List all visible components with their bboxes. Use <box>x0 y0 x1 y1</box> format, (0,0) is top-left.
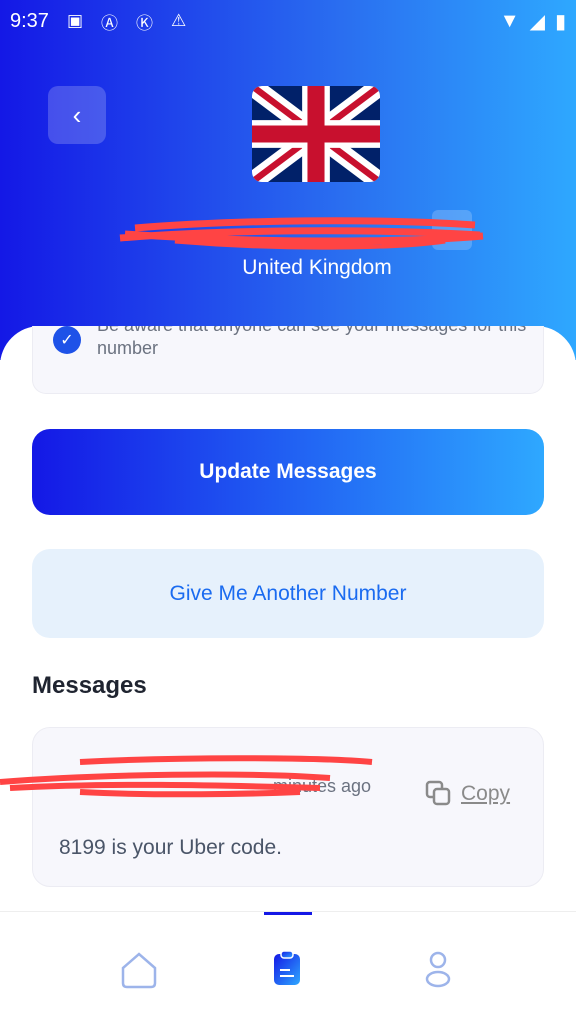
battery-charging-icon: ▮ <box>554 10 566 33</box>
another-number-button[interactable]: Give Me Another Number <box>32 549 544 638</box>
messages-title: Messages <box>32 672 147 699</box>
notice-text: Be aware that anyone can see your messag… <box>97 326 526 358</box>
k-circle-icon: Ⓚ <box>136 13 153 33</box>
redacted-phone-number <box>119 217 484 250</box>
text-a-icon: Ⓐ <box>101 13 118 33</box>
message-card: minutes ago Copy 8199 is your Uber code. <box>32 727 544 887</box>
signal-icon: ◢ <box>529 10 545 33</box>
warning-icon: ⚠ <box>171 11 187 30</box>
update-messages-button[interactable]: Update Messages <box>32 429 544 515</box>
bottom-nav <box>0 911 576 1024</box>
header: 9:37 ▣ Ⓐ Ⓚ ⚠ ▼ ◢ ▮ ‹ United Kingdom <box>0 0 576 360</box>
copy-button[interactable]: Copy <box>425 780 510 808</box>
redacted-sender <box>0 755 373 798</box>
clipboard-icon[interactable] <box>272 950 302 986</box>
back-button[interactable]: ‹ <box>48 86 106 144</box>
country-name: United Kingdom <box>242 256 392 279</box>
chevron-left-icon: ‹ <box>72 99 82 130</box>
status-bar: 9:37 ▣ Ⓐ Ⓚ ⚠ ▼ ◢ ▮ <box>10 6 566 36</box>
home-icon[interactable] <box>120 950 158 990</box>
message-body: 8199 is your Uber code. <box>59 836 282 859</box>
uk-flag <box>252 86 380 182</box>
active-tab-indicator <box>264 912 312 915</box>
wifi-icon: ▼ <box>499 9 520 32</box>
profile-icon[interactable] <box>424 950 452 988</box>
copy-label: Copy <box>461 782 511 805</box>
copy-icon <box>425 780 451 806</box>
notice-card: ✓ Be aware that anyone can see your mess… <box>32 326 544 394</box>
image-icon: ▣ <box>66 11 83 30</box>
check-icon: ✓ <box>53 326 81 354</box>
clock: 9:37 <box>10 9 49 32</box>
